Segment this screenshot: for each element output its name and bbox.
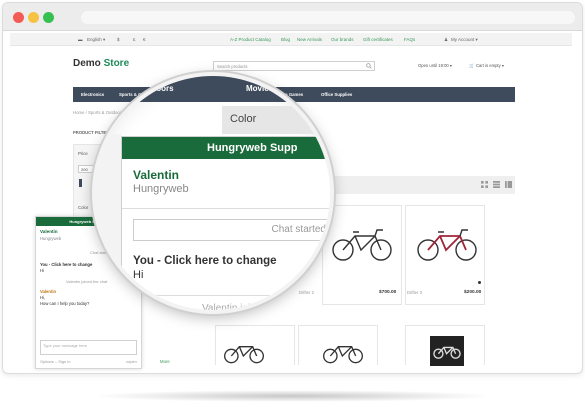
bicycle-icon: [417, 229, 477, 261]
link-faqs[interactable]: FAQs: [404, 37, 415, 42]
address-bar[interactable]: [81, 11, 575, 24]
link-blog[interactable]: Blog: [281, 37, 290, 42]
list-view-icon[interactable]: [493, 181, 500, 188]
close-dot-icon[interactable]: [13, 12, 24, 23]
chat-agent-message-2: How can I help you today?: [40, 301, 90, 306]
bicycle-icon: [332, 229, 392, 261]
zoom-chat-widget: Hungryweb Supp Valentin Hungryweb Chat s…: [121, 136, 330, 310]
site-logo[interactable]: Demo Store: [73, 58, 129, 69]
product-price: $700.00: [379, 290, 397, 295]
chat-options-link[interactable]: Options – Sign in: [40, 359, 70, 364]
currency-usd[interactable]: $: [117, 37, 120, 42]
browser-titlebar: [3, 3, 582, 31]
zoom-nav-movies: Movies & TV: [246, 84, 294, 93]
zoom-chat-header: Hungryweb Supp: [122, 137, 330, 159]
chat-agent-company: Hungryweb: [40, 236, 62, 241]
flag-icon: ▬: [78, 37, 83, 42]
zoom-divider: [122, 208, 330, 209]
zoom-you-message: Hi: [133, 269, 144, 281]
compact-view-icon[interactable]: [505, 181, 512, 188]
bicycle-icon: [323, 346, 363, 364]
price-slider-handle[interactable]: [79, 179, 82, 187]
product-card-drifter3[interactable]: Drifter 3 $200.00: [405, 205, 485, 305]
chat-message-input[interactable]: Type your message here: [40, 340, 137, 355]
zoom-sidebar: [96, 134, 121, 310]
link-gift-certificates[interactable]: Gift certificates: [363, 37, 393, 42]
zoom-agent-name: Valentin: [133, 168, 180, 182]
link-new-arrivals[interactable]: New Arrivals: [297, 37, 322, 42]
pager-dot[interactable]: [478, 281, 481, 284]
language-select[interactable]: English ▾: [87, 37, 105, 43]
zoom-chat-started-text: Chat started: [271, 224, 326, 235]
cart-icon: 🛒: [469, 63, 475, 68]
product-card-row2-1[interactable]: [215, 325, 295, 365]
cart-status[interactable]: Cart is empty ▾: [476, 63, 504, 68]
chat-agent-name: Valentin: [40, 229, 58, 234]
price-label: Price: [78, 151, 88, 156]
price-min-value: 200: [81, 167, 88, 172]
my-account-menu[interactable]: My Account ▾: [451, 37, 478, 43]
maximize-dot-icon[interactable]: [43, 12, 54, 23]
user-icon: ♟: [444, 37, 449, 42]
logo-store-text: Store: [103, 58, 130, 69]
link-our-brands[interactable]: Our brands: [331, 37, 354, 42]
minimize-dot-icon[interactable]: [28, 12, 39, 23]
zoom-agent-company: Hungryweb: [133, 183, 189, 195]
magnifier-lens: Sports & Outdoors Movies & TV Color Hung…: [92, 72, 334, 314]
zoom-divider-2: [122, 295, 330, 296]
store-hours[interactable]: Open until 19:00 ▾: [418, 63, 452, 68]
product-card-row2-3[interactable]: [405, 325, 485, 366]
chat-input-placeholder: Type your message here: [43, 343, 88, 348]
search-icon[interactable]: [366, 63, 372, 69]
product-photo: [430, 336, 464, 366]
chat-brand: zopim: [126, 359, 137, 364]
product-card-drifter2[interactable]: Drifter 2 $700.00: [299, 205, 402, 305]
grid-view-icon[interactable]: [481, 181, 488, 188]
zoom-chat-header-text: Hungryweb Supp: [207, 142, 298, 154]
zoom-change-name-link: You - Click here to change: [133, 255, 277, 267]
currency-eur[interactable]: €: [143, 37, 146, 42]
chat-change-name-link[interactable]: You - Click here to change: [40, 262, 92, 267]
product-card-row2-2[interactable]: [298, 325, 378, 365]
zoom-nav-sports: Sports & Outdoors: [102, 84, 174, 93]
more-link[interactable]: More: [160, 359, 170, 364]
frame-shadow: [90, 390, 495, 402]
product-price: $200.00: [464, 290, 482, 295]
product-name[interactable]: Drifter 3: [407, 290, 422, 295]
utility-bar: ▬ English ▾ $ £ € A-Z Product Catalog Bl…: [10, 33, 572, 46]
currency-gbp[interactable]: £: [133, 37, 136, 42]
search-placeholder: Search products: [217, 64, 248, 69]
bicycle-icon: [433, 346, 461, 359]
color-label: Color: [78, 205, 89, 210]
zoom-color-panel: Color: [222, 106, 330, 134]
logo-demo-text: Demo: [73, 58, 101, 69]
link-az-catalog[interactable]: A-Z Product Catalog: [230, 37, 271, 42]
zoom-color-label: Color: [230, 113, 257, 125]
chat-you-message: Hi: [40, 268, 44, 273]
chat-agent-name-2: Valentin: [40, 289, 57, 294]
chat-agent-message-1: Hi,: [40, 295, 46, 300]
search-input[interactable]: Search products: [213, 61, 375, 71]
bicycle-icon: [224, 346, 264, 364]
zoom-nav: Sports & Outdoors Movies & TV: [96, 76, 330, 102]
zoom-chat-started: Chat started: [133, 219, 330, 241]
